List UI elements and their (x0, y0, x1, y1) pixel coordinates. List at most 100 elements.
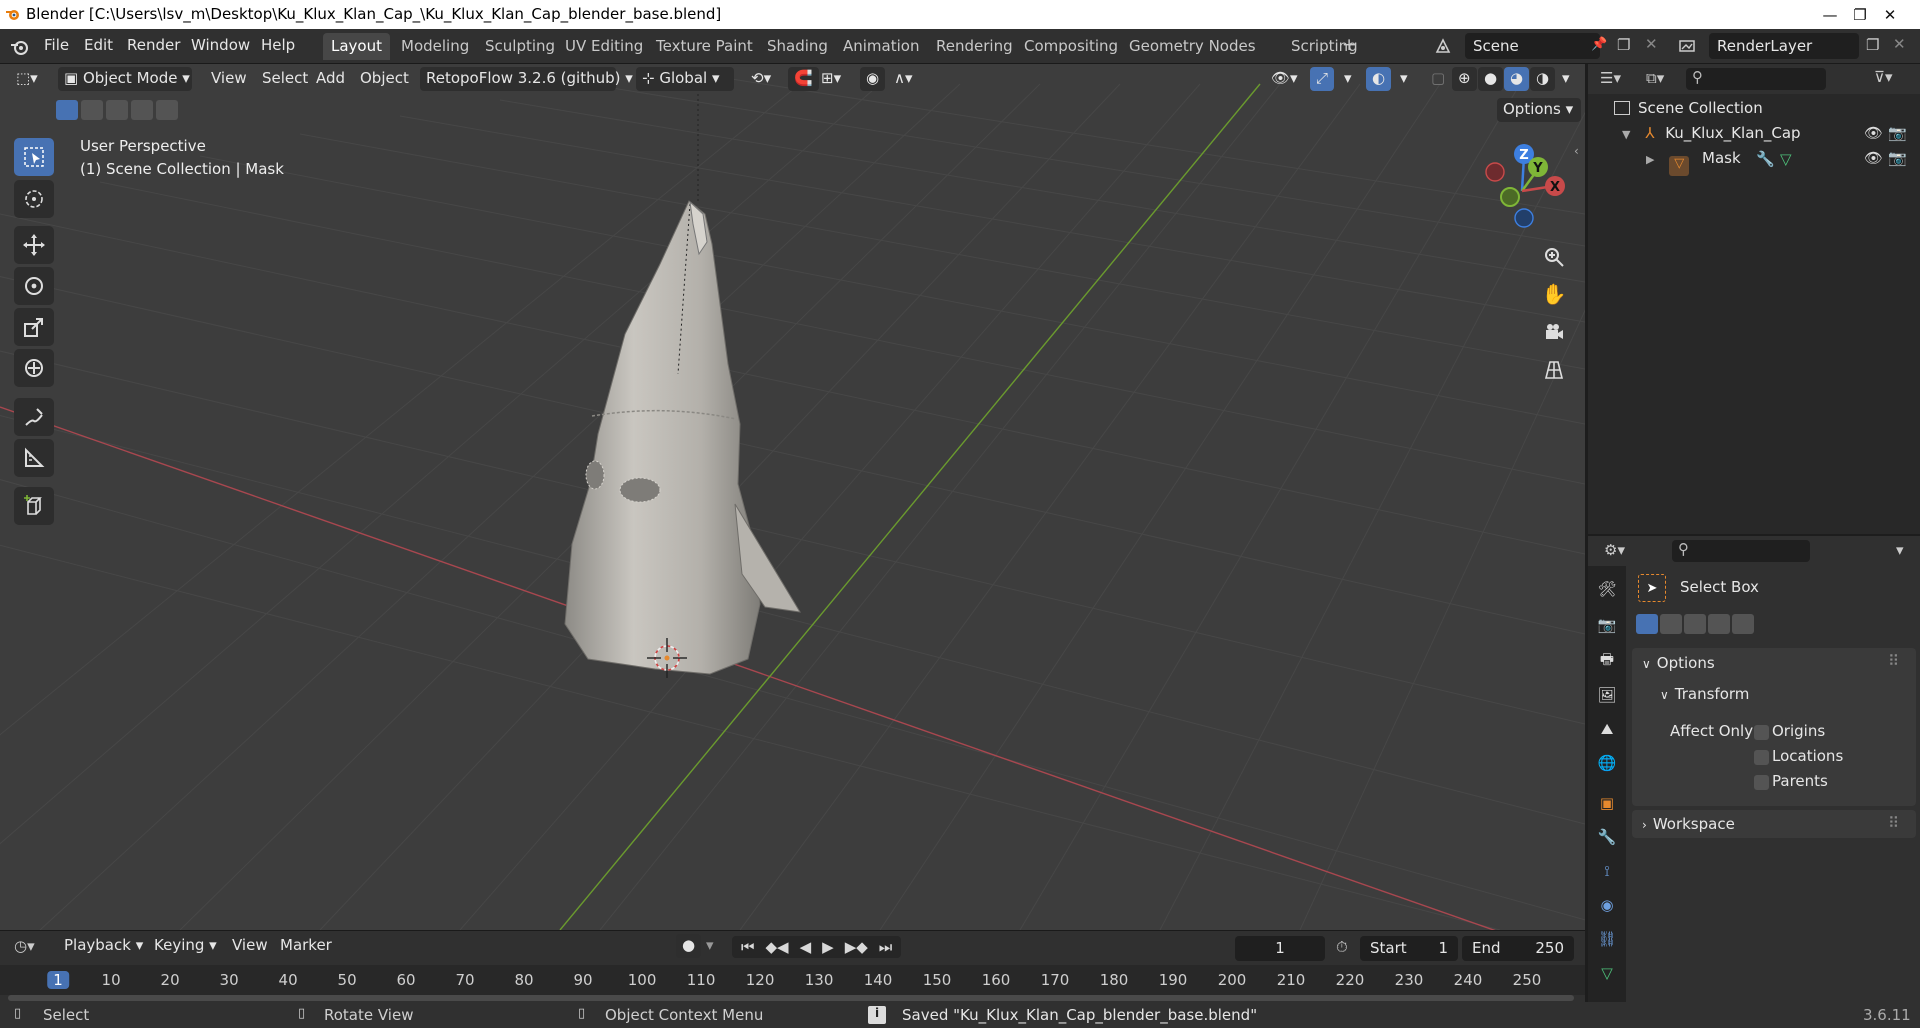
options-drag-handle-icon[interactable]: ⠿ (1888, 652, 1899, 670)
options-dropdown[interactable]: Options ▾ (1497, 98, 1581, 122)
orientation-dropdown[interactable]: ⊹ Global ▾ (636, 67, 734, 91)
camera-view-icon[interactable] (1538, 316, 1570, 348)
props-select-subtract-icon[interactable] (1684, 614, 1706, 634)
tab-geometry-nodes[interactable]: Geometry Nodes (1121, 33, 1264, 60)
physics-tab-icon[interactable]: ◉ (1596, 894, 1618, 916)
tab-modeling[interactable]: Modeling (393, 33, 477, 60)
display-mode-icon[interactable]: ⧉▾ (1646, 69, 1664, 87)
play-icon[interactable]: ▶ (817, 938, 839, 956)
transform-tool[interactable] (14, 349, 54, 387)
menu-render[interactable]: Render (127, 36, 180, 54)
pivot-icon[interactable]: ⟲▾ (745, 67, 777, 91)
navigation-gizmo[interactable]: Z Y X (1470, 139, 1580, 239)
data-tab-icon[interactable]: ▽ (1596, 962, 1618, 984)
view-layer-tab-icon[interactable]: 🖼 (1596, 684, 1618, 706)
move-tool[interactable] (14, 226, 54, 264)
new-render-layer-icon[interactable]: ❐ (1866, 36, 1879, 54)
prev-keyframe-icon[interactable]: ◆◀ (761, 938, 794, 956)
shading-dropdown-icon[interactable]: ▾ (1556, 67, 1576, 91)
outliner-editor-icon[interactable]: ☰▾ (1600, 69, 1621, 87)
modifier-tab-icon[interactable]: 🔧 (1596, 826, 1618, 848)
select-box-tool[interactable] (14, 138, 54, 176)
render-tab-icon[interactable]: 📷 (1596, 614, 1618, 636)
xray-icon[interactable]: ▢ (1425, 67, 1451, 91)
wireframe-shading-icon[interactable]: ⊕ (1452, 67, 1477, 91)
delete-scene-icon[interactable]: ✕ (1645, 35, 1658, 53)
scale-tool[interactable] (14, 308, 54, 346)
mesh-data-icon[interactable]: ▽ (1780, 150, 1792, 168)
proportional-edit-icon[interactable]: ◉ (860, 67, 886, 91)
editor-type-icon[interactable]: ⬚▾ (10, 67, 50, 91)
select-intersect-icon[interactable] (156, 100, 178, 120)
object-tab-icon[interactable]: ▣ (1596, 792, 1618, 814)
select-extend-icon[interactable] (81, 100, 103, 120)
parents-checkbox[interactable] (1754, 775, 1769, 790)
expand-arrow-icon[interactable]: ▼ (1622, 128, 1630, 141)
viewport-menu-add[interactable]: Add (310, 67, 351, 91)
viewport-menu-object[interactable]: Object (354, 67, 415, 91)
mode-dropdown[interactable]: ▣ Object Mode ▾ (58, 67, 192, 91)
workspace-section-header[interactable]: › Workspace (1642, 815, 1735, 833)
gizmo-dropdown-icon[interactable]: ▾ (1338, 67, 1358, 91)
workspace-drag-handle-icon[interactable]: ⠿ (1888, 814, 1899, 832)
sidebar-toggle-icon[interactable]: ‹ (1574, 144, 1579, 158)
visibility-icon[interactable]: 👁▾ (1265, 67, 1304, 91)
next-keyframe-icon[interactable]: ▶◆ (840, 938, 873, 956)
outliner-item-mask[interactable]: ▶ ▽ Mask (1646, 149, 1741, 176)
retopoflow-dropdown[interactable]: RetopoFlow 3.2.6 (github) ▾ (420, 67, 633, 91)
3d-viewport[interactable]: ⬚▾ ▣ Object Mode ▾ View Select Add Objec… (0, 64, 1585, 930)
world-tab-icon[interactable]: 🌐 (1596, 752, 1618, 774)
new-scene-icon[interactable]: ❐ (1617, 36, 1630, 54)
visibility-eye-icon[interactable]: 👁 (1864, 124, 1883, 142)
outliner-search-input[interactable]: ⚲ (1686, 68, 1826, 90)
tab-compositing[interactable]: Compositing (1016, 33, 1126, 60)
marker-menu[interactable]: Marker (274, 934, 338, 958)
pan-hand-icon[interactable]: ✋ (1538, 278, 1570, 310)
overlay-dropdown-icon[interactable]: ▾ (1394, 67, 1414, 91)
mask-render-camera-icon[interactable]: 📷 (1888, 149, 1907, 167)
play-reverse-icon[interactable]: ◀ (795, 938, 817, 956)
props-select-extend-icon[interactable] (1660, 614, 1682, 634)
properties-search-input[interactable]: ⚲ (1672, 540, 1810, 562)
filter-icon[interactable]: ⊽▾ (1874, 68, 1893, 86)
menu-help[interactable]: Help (261, 36, 295, 54)
falloff-icon[interactable]: ∧▾ (888, 67, 919, 91)
tab-shading[interactable]: Shading (759, 33, 836, 60)
start-frame-field[interactable]: Start 1 (1360, 936, 1458, 961)
properties-options-icon[interactable]: ▾ (1896, 541, 1904, 559)
menu-file[interactable]: File (44, 36, 69, 54)
tab-rendering[interactable]: Rendering (928, 33, 1021, 60)
transform-subsection-header[interactable]: ∨ Transform (1660, 685, 1749, 703)
annotate-tool[interactable] (14, 398, 54, 436)
keying-menu[interactable]: Keying ▾ (148, 934, 223, 958)
props-select-new-icon[interactable] (1636, 614, 1658, 634)
select-new-icon[interactable] (56, 100, 78, 120)
add-workspace-button[interactable]: + (1334, 31, 1364, 58)
timeline-editor-icon[interactable]: ◷▾ (14, 937, 35, 955)
gizmo-toggle-icon[interactable]: ⤢ (1310, 67, 1335, 91)
tab-animation[interactable]: Animation (835, 33, 927, 60)
origins-checkbox[interactable] (1754, 725, 1769, 740)
outliner-scene-collection[interactable]: Scene Collection (1614, 99, 1763, 117)
tab-uv-editing[interactable]: UV Editing (557, 33, 651, 60)
tab-sculpting[interactable]: Sculpting (477, 33, 563, 60)
tab-texture-paint[interactable]: Texture Paint (648, 33, 761, 60)
locations-checkbox[interactable] (1754, 750, 1769, 765)
scene-tab-icon[interactable]: ⛰ (1596, 718, 1618, 740)
pin-icon[interactable]: 📌 (1591, 37, 1607, 52)
add-cube-tool[interactable] (14, 487, 54, 525)
keying-dropdown-icon[interactable]: ▾ (700, 934, 720, 958)
tool-tab-icon[interactable]: 🛠 (1596, 578, 1618, 600)
snap-target-icon[interactable]: ⊞▾ (815, 67, 847, 91)
jump-start-icon[interactable]: ⏮ (736, 938, 760, 956)
menu-window[interactable]: Window (191, 36, 250, 54)
mask-visibility-eye-icon[interactable]: 👁 (1864, 149, 1883, 167)
cursor-tool[interactable] (14, 180, 54, 218)
collapse-arrow-icon[interactable]: ▶ (1646, 153, 1654, 166)
tab-layout[interactable]: Layout (323, 33, 390, 60)
close-button[interactable]: ✕ (1860, 0, 1920, 29)
scene-icon[interactable] (1432, 35, 1454, 57)
props-select-invert-icon[interactable] (1708, 614, 1730, 634)
render-camera-icon[interactable]: 📷 (1888, 124, 1907, 142)
outliner-item-cap[interactable]: ▼ ⅄ Ku_Klux_Klan_Cap (1622, 124, 1801, 142)
